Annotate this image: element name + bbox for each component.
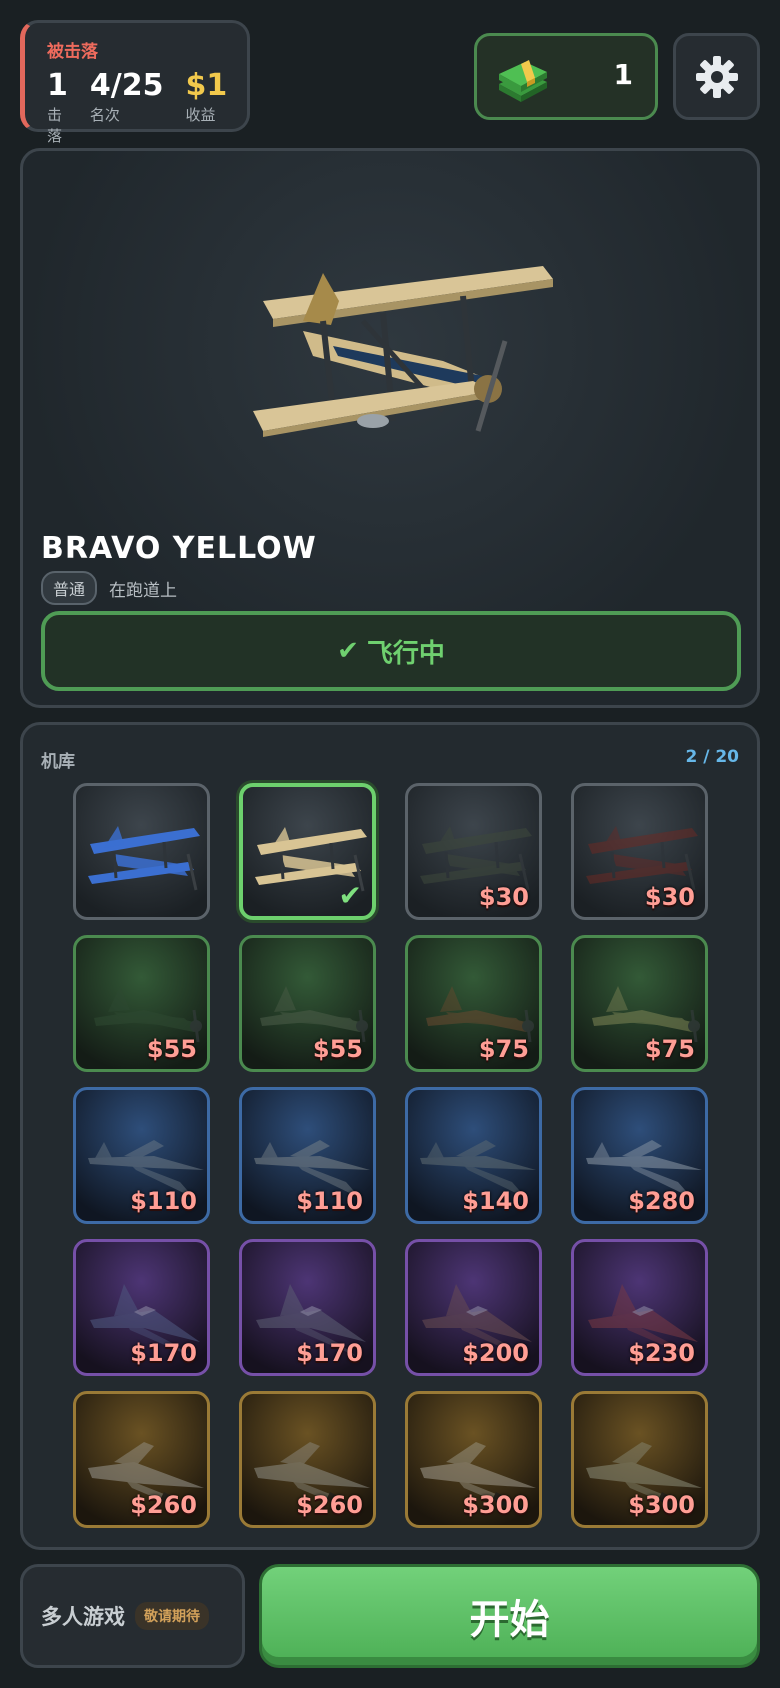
plane-location: 在跑道上	[109, 580, 178, 601]
plane-price: $55	[312, 1035, 363, 1063]
hangar-grid: ✔ $30 $30 $55 $55 $75 $75 $110 $110 $140…	[73, 783, 713, 1535]
plane-price: $300	[462, 1491, 529, 1519]
stat-kills-value: 1	[47, 68, 68, 103]
stat-earnings-label: 收益	[185, 106, 216, 124]
hangar-plane-tile[interactable]: $110	[73, 1087, 210, 1224]
plane-price: $55	[146, 1035, 197, 1063]
hangar-plane-tile[interactable]: ✔	[239, 783, 376, 920]
status-card: 被击落 1 击落 4/25 名次 $1 收益	[20, 20, 250, 145]
stat-earnings: $1 收益	[185, 70, 227, 146]
hangar-plane-tile[interactable]: $230	[571, 1239, 708, 1376]
stat-kills: 1 击落	[47, 70, 68, 146]
stat-rank-label: 名次	[89, 106, 120, 124]
hangar-plane-tile[interactable]: $300	[571, 1391, 708, 1528]
hangar-plane-tile[interactable]: $300	[405, 1391, 542, 1528]
plane-name: BRAVO YELLOW	[41, 531, 317, 566]
plane-price: $140	[462, 1187, 529, 1215]
hangar-plane-tile[interactable]: $280	[571, 1087, 708, 1224]
cash-display[interactable]: 1	[474, 33, 658, 120]
plane-meta: 普通 在跑道上	[41, 571, 177, 605]
plane-price: $260	[296, 1491, 363, 1519]
coming-soon-badge: 敬请期待	[135, 1602, 209, 1630]
hangar-plane-tile[interactable]: $30	[571, 783, 708, 920]
plane-price: $110	[296, 1187, 363, 1215]
plane-price: $170	[130, 1339, 197, 1367]
cash-stack-icon	[499, 60, 547, 102]
stats-row: 1 击落 4/25 名次 $1 收益	[47, 70, 247, 146]
hangar-plane-tile[interactable]: $75	[405, 935, 542, 1072]
hangar-plane-tile[interactable]: $55	[73, 935, 210, 1072]
hangar-plane-tile[interactable]: $75	[571, 935, 708, 1072]
hangar-plane-tile[interactable]: $30	[405, 783, 542, 920]
plane-showcase: BRAVO YELLOW 普通 在跑道上 ✔ 飞行中	[20, 148, 760, 708]
cash-amount: 1	[613, 58, 633, 91]
stat-rank-value: 4/25	[89, 68, 164, 103]
hangar-title: 机库	[41, 752, 75, 772]
plane-price: $300	[628, 1491, 695, 1519]
hangar-plane-tile[interactable]: $170	[239, 1239, 376, 1376]
flying-status-button[interactable]: ✔ 飞行中	[41, 611, 741, 691]
multiplayer-label: 多人游戏	[41, 1605, 125, 1629]
check-icon: ✔	[337, 636, 359, 666]
settings-button[interactable]	[673, 33, 760, 120]
biplane-icon	[88, 826, 200, 891]
plane-price: $75	[478, 1035, 529, 1063]
hangar-plane-tile[interactable]: $110	[239, 1087, 376, 1224]
hangar-plane-tile[interactable]	[73, 783, 210, 920]
hangar-panel: 机库 2 / 20 ✔ $30 $30 $55 $55 $75 $75 $110…	[20, 722, 760, 1550]
stat-kills-label: 击落	[47, 106, 63, 145]
plane-price: $170	[296, 1339, 363, 1367]
plane-price: $110	[130, 1187, 197, 1215]
stat-earnings-value: $1	[185, 68, 228, 103]
flying-status-label: 飞行中	[366, 638, 445, 669]
hangar-plane-tile[interactable]: $200	[405, 1239, 542, 1376]
status-title: 被击落	[47, 42, 98, 62]
plane-price: $30	[644, 883, 695, 911]
hangar-plane-tile[interactable]: $170	[73, 1239, 210, 1376]
stat-rank: 4/25 名次	[90, 70, 164, 146]
hangar-plane-tile[interactable]: $260	[239, 1391, 376, 1528]
plane-price: $75	[644, 1035, 695, 1063]
plane-price: $30	[478, 883, 529, 911]
plane-price: $260	[130, 1491, 197, 1519]
hangar-plane-tile[interactable]: $260	[73, 1391, 210, 1528]
gear-icon	[695, 55, 738, 98]
multiplayer-button[interactable]: 多人游戏 敬请期待	[20, 1564, 245, 1668]
plane-price: $200	[462, 1339, 529, 1367]
plane-price: $230	[628, 1339, 695, 1367]
rarity-badge: 普通	[41, 571, 98, 605]
plane-price: $280	[628, 1187, 695, 1215]
hangar-plane-tile[interactable]: $140	[405, 1087, 542, 1224]
biplane-hero-image	[253, 266, 553, 437]
hangar-count: 2 / 20	[685, 747, 739, 767]
hangar-plane-tile[interactable]: $55	[239, 935, 376, 1072]
selected-check-icon: ✔	[338, 879, 362, 912]
start-button[interactable]: 开始	[259, 1564, 760, 1668]
